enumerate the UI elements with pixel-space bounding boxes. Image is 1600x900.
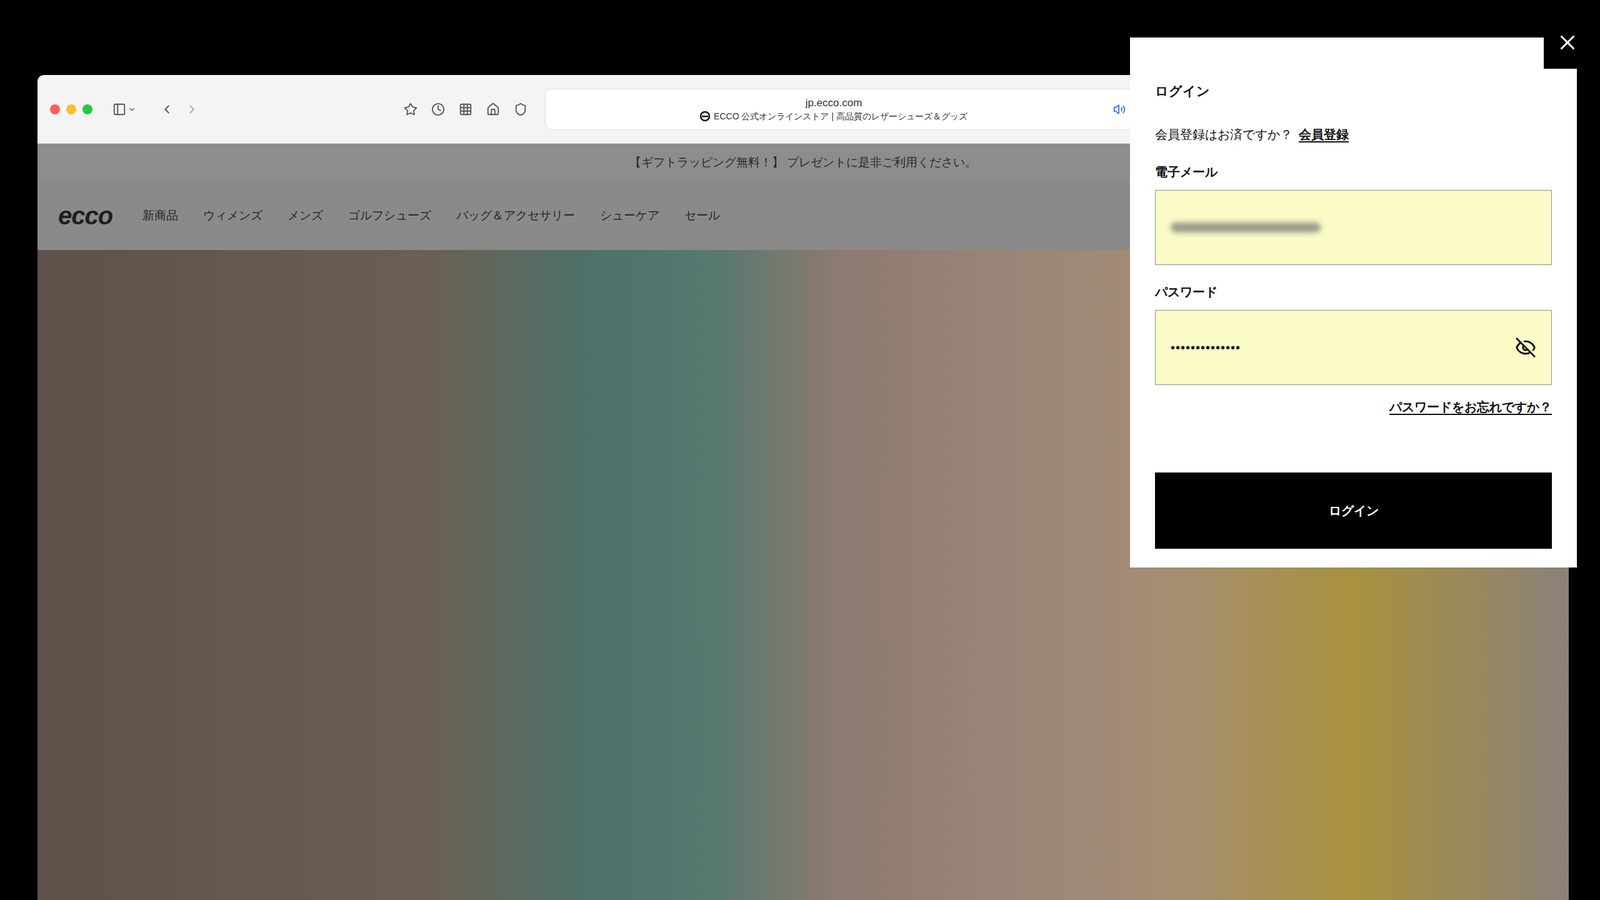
login-title: ログイン — [1155, 81, 1552, 102]
close-dot[interactable] — [50, 104, 60, 115]
chevron-down-icon[interactable] — [127, 105, 137, 114]
nav-item[interactable]: 新商品 — [142, 206, 179, 225]
grid-icon[interactable] — [458, 102, 473, 117]
email-label: 電子メール — [1155, 162, 1552, 182]
forward-icon[interactable] — [185, 102, 199, 117]
close-button[interactable] — [1543, 15, 1591, 69]
home-icon[interactable] — [486, 102, 500, 117]
minimize-dot[interactable] — [66, 104, 77, 115]
eye-closed-icon[interactable] — [1515, 336, 1537, 359]
screen: jp.ecco.comECCO 公式オンラインストア | 高品質のレザーシューズ… — [0, 0, 1600, 900]
forgot-password-link[interactable]: パスワードをお忘れですか？ — [1389, 397, 1552, 417]
password-label: パスワード — [1155, 282, 1552, 302]
page-title: ECCO 公式オンラインストア | 高品質のレザーシューズ＆グッズ — [713, 110, 968, 123]
blurred-email — [1170, 222, 1321, 233]
clock-icon[interactable] — [431, 102, 445, 117]
email-input[interactable] — [1155, 190, 1552, 265]
address-bar[interactable]: jp.ecco.comECCO 公式オンラインストア | 高品質のレザーシューズ… — [545, 88, 1170, 130]
sidebar-icon[interactable] — [112, 102, 127, 117]
speaker-icon[interactable] — [1113, 103, 1126, 116]
nav-item[interactable]: シューケア — [600, 206, 660, 225]
nav-item[interactable]: メンズ — [287, 206, 324, 225]
login-panel: ログイン会員登録はお済ですか？会員登録電子メールパスワード•••••••••••… — [1130, 37, 1577, 568]
close-icon — [1555, 30, 1580, 55]
password-input[interactable]: •••••••••••••• — [1155, 310, 1552, 385]
nav-item[interactable]: ゴルフシューズ — [348, 206, 432, 225]
url-text: jp.ecco.com — [805, 96, 863, 110]
nav-item[interactable]: ウィメンズ — [203, 206, 263, 225]
shield-icon[interactable] — [513, 102, 528, 117]
ecco-favicon-icon — [700, 111, 710, 122]
nav-item[interactable]: セール — [684, 206, 720, 225]
ecco-logo[interactable]: ecco — [58, 203, 113, 229]
login-button[interactable]: ログイン — [1155, 472, 1552, 549]
back-icon[interactable] — [160, 102, 174, 117]
star-icon[interactable] — [403, 102, 418, 117]
zoom-dot[interactable] — [82, 104, 93, 115]
register-link[interactable]: 会員登録 — [1298, 125, 1349, 144]
nav-item[interactable]: バッグ＆アクセサリー — [456, 206, 575, 225]
window-controls — [50, 104, 93, 115]
register-prompt: 会員登録はお済ですか？ — [1155, 125, 1293, 144]
